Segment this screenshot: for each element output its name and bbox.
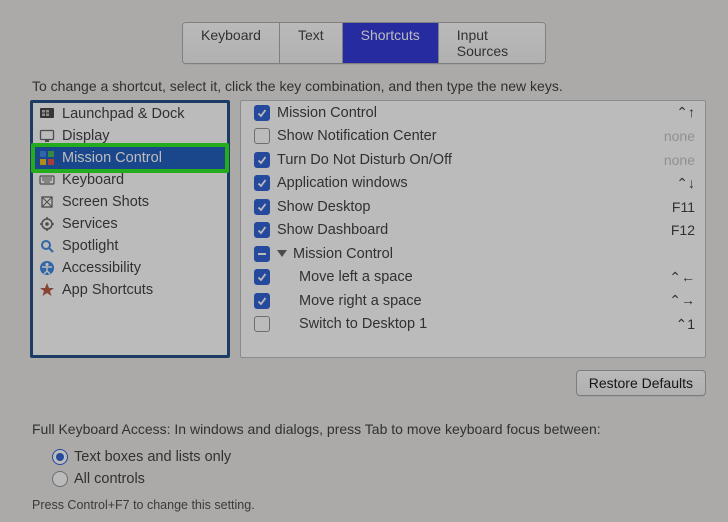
shortcut-checkbox[interactable] [247, 105, 277, 121]
shortcut-label-text: Show Notification Center [277, 128, 437, 144]
category-item-label: Accessibility [62, 260, 141, 276]
shortcut-label-text: Show Dashboard [277, 222, 388, 238]
full-keyboard-access-label: Full Keyboard Access: In windows and dia… [32, 421, 601, 437]
category-item-mission-control[interactable]: Mission Control [33, 147, 227, 169]
category-item-launchpad[interactable]: Launchpad & Dock [33, 103, 227, 125]
shortcut-checkbox[interactable] [247, 293, 277, 309]
shortcut-row[interactable]: Mission Control [241, 242, 705, 266]
category-item-label: Screen Shots [62, 194, 149, 210]
shortcut-label-text: Show Desktop [277, 199, 371, 215]
shortcut-row[interactable]: Application windows ⌃↓ [241, 172, 705, 196]
shortcut-label: Move left a space [277, 269, 625, 285]
tab-text[interactable]: Text [280, 23, 343, 63]
prefs-tabs: Keyboard Text Shortcuts Input Sources [182, 22, 546, 64]
shortcut-label: Show Desktop [277, 199, 625, 215]
shortcut-row[interactable]: Show Dashboard F12 [241, 219, 705, 243]
keyboard-shortcuts-pane: Keyboard Text Shortcuts Input Sources To… [0, 0, 728, 522]
shortcut-label: Mission Control [277, 246, 625, 262]
shortcut-checkbox[interactable] [247, 152, 277, 168]
shortcut-row[interactable]: Turn Do Not Disturb On/Off none [241, 148, 705, 172]
shortcut-key[interactable]: ⌃1 [625, 316, 695, 333]
shortcut-label-text: Mission Control [277, 105, 377, 121]
shortcut-key[interactable]: F11 [625, 199, 695, 215]
shortcuts-area: Launchpad & Dock Display Mission Control Ke… [30, 100, 706, 358]
display-icon [39, 128, 55, 144]
category-item-label: App Shortcuts [62, 282, 153, 298]
category-item-label: Spotlight [62, 238, 118, 254]
accessibility-icon [39, 260, 55, 276]
restore-defaults-button[interactable]: Restore Defaults [576, 370, 706, 396]
control-f7-hint: Press Control+F7 to change this setting. [32, 498, 255, 512]
shortcut-row[interactable]: Show Desktop F11 [241, 195, 705, 219]
shortcut-label-text: Application windows [277, 175, 408, 191]
tab-keyboard[interactable]: Keyboard [183, 23, 280, 63]
shortcut-key[interactable]: ⌃↑ [625, 104, 695, 121]
shortcut-row[interactable]: Mission Control ⌃↑ [241, 101, 705, 125]
category-item-keyboard[interactable]: Keyboard [33, 169, 227, 191]
shortcut-checkbox[interactable] [247, 316, 277, 332]
shortcut-key[interactable]: F12 [625, 222, 695, 238]
shortcut-label: Show Dashboard [277, 222, 625, 238]
shortcut-label-text: Mission Control [293, 246, 393, 262]
category-item-app-shortcuts[interactable]: App Shortcuts [33, 279, 227, 301]
shortcut-label-text: Turn Do Not Disturb On/Off [277, 152, 452, 168]
radio-all-controls-row[interactable]: All controls [52, 468, 231, 490]
shortcut-checkbox[interactable] [247, 269, 277, 285]
shortcut-row[interactable]: Move right a space ⌃→ [241, 289, 705, 313]
radio-all-controls[interactable] [52, 471, 68, 487]
radio-text-boxes-label: Text boxes and lists only [74, 449, 231, 465]
category-item-label: Services [62, 216, 118, 232]
radio-text-boxes-row[interactable]: Text boxes and lists only [52, 446, 231, 468]
shortcut-row[interactable]: Show Notification Center none [241, 125, 705, 149]
shortcut-checkbox[interactable] [247, 222, 277, 238]
full-keyboard-access-radios: Text boxes and lists only All controls [52, 446, 231, 490]
shortcut-key[interactable]: ⌃↓ [625, 175, 695, 192]
screenshots-icon [39, 194, 55, 210]
mission-control-icon [39, 150, 55, 166]
shortcut-list[interactable]: Mission Control ⌃↑ Show Notification Cente… [240, 100, 706, 358]
category-item-label: Mission Control [62, 150, 162, 166]
radio-text-boxes[interactable] [52, 449, 68, 465]
category-item-screenshots[interactable]: Screen Shots [33, 191, 227, 213]
services-icon [39, 216, 55, 232]
shortcut-label: Application windows [277, 175, 625, 191]
category-item-services[interactable]: Services [33, 213, 227, 235]
shortcut-checkbox[interactable] [247, 175, 277, 191]
shortcut-checkbox[interactable] [247, 128, 277, 144]
shortcut-label-text: Switch to Desktop 1 [299, 316, 427, 332]
shortcut-label: Show Notification Center [277, 128, 625, 144]
category-item-spotlight[interactable]: Spotlight [33, 235, 227, 257]
shortcut-row[interactable]: Switch to Desktop 1 ⌃1 [241, 313, 705, 337]
radio-all-controls-label: All controls [74, 471, 145, 487]
shortcut-key[interactable]: none [625, 152, 695, 168]
shortcut-label: Turn Do Not Disturb On/Off [277, 152, 625, 168]
shortcut-key[interactable]: none [625, 128, 695, 144]
category-item-label: Launchpad & Dock [62, 106, 185, 122]
keyboard-icon [39, 172, 55, 188]
shortcut-checkbox[interactable] [247, 246, 277, 262]
shortcut-label: Mission Control [277, 105, 625, 121]
instruction-text: To change a shortcut, select it, click t… [32, 78, 563, 94]
category-item-label: Display [62, 128, 110, 144]
shortcut-label: Move right a space [277, 293, 625, 309]
category-list-container: Launchpad & Dock Display Mission Control Ke… [30, 100, 230, 358]
tab-input-sources[interactable]: Input Sources [439, 23, 545, 63]
shortcut-label-text: Move right a space [299, 293, 422, 309]
disclosure-triangle-icon[interactable] [277, 250, 287, 257]
shortcut-row[interactable]: Move left a space ⌃← [241, 266, 705, 290]
app-shortcuts-icon [39, 282, 55, 298]
category-item-accessibility[interactable]: Accessibility [33, 257, 227, 279]
category-item-display[interactable]: Display [33, 125, 227, 147]
tab-shortcuts[interactable]: Shortcuts [343, 23, 439, 63]
shortcut-key[interactable]: ⌃← [625, 269, 695, 286]
category-list[interactable]: Launchpad & Dock Display Mission Control Ke… [33, 103, 227, 355]
shortcut-label: Switch to Desktop 1 [277, 316, 625, 332]
category-item-label: Keyboard [62, 172, 124, 188]
spotlight-icon [39, 238, 55, 254]
shortcut-key[interactable]: ⌃→ [625, 292, 695, 309]
shortcut-label-text: Move left a space [299, 269, 413, 285]
shortcut-checkbox[interactable] [247, 199, 277, 215]
launchpad-icon [39, 106, 55, 122]
